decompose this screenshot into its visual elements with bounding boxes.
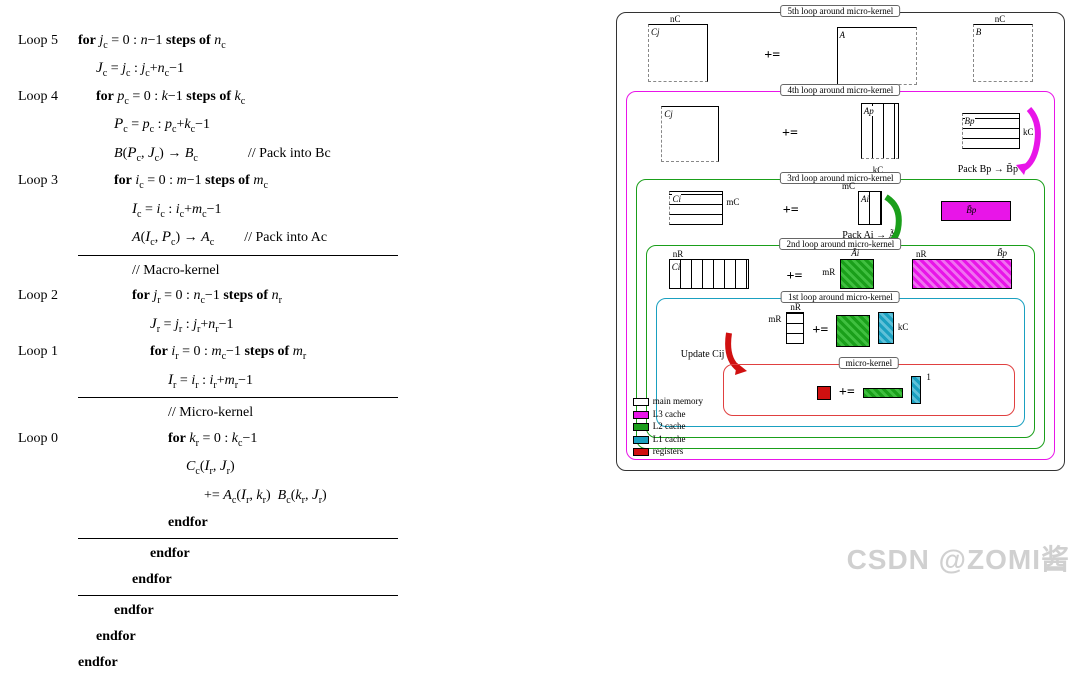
loop2-title: 2nd loop around micro-kernel (780, 238, 902, 250)
micro-kernel-title: micro-kernel (839, 357, 899, 369)
loop5-title: 5th loop around micro-kernel (781, 5, 901, 17)
loop4-row: Loop 4 for pc = 0 : k−1 steps of kc (18, 84, 595, 111)
plus-equals: += (764, 48, 780, 64)
loop1-frame: 1st loop around micro-kernel nR mR += (656, 298, 1025, 427)
loop-diagram: 5th loop around micro-kernel nC Cj += A … (605, 0, 1080, 584)
loop2-label: Loop 2 (18, 283, 78, 310)
loop5-frame: 5th loop around micro-kernel nC Cj += A … (616, 12, 1065, 471)
legend: main memory L3 cache L2 cache L1 cache r… (633, 395, 703, 458)
pack-A-row: A(Ic, Pc) → Ac// Pack into Ac (18, 224, 595, 252)
pack-B-row: B(Pc, Jc) → Bc// Pack into Bc (18, 140, 595, 168)
loop4-title: 4th loop around micro-kernel (781, 84, 901, 96)
micro-kernel-frame: micro-kernel += 1 (723, 364, 1015, 416)
loop1-row: Loop 1 for ir = 0 : mc−1 steps of mr (18, 339, 595, 366)
pack-B-arrow-icon (1014, 105, 1044, 175)
loop2-frame: 2nd loop around micro-kernel nR Ci += mR… (646, 245, 1035, 438)
loop5-row: Loop 5 for jc = 0 : n−1 steps of nc (18, 28, 595, 55)
watermark: CSDN @ZOMI酱 (847, 538, 1070, 578)
loop1-label: Loop 1 (18, 339, 78, 366)
loop2-row: Loop 2 for jr = 0 : nc−1 steps of nr (18, 283, 595, 310)
algorithm-pseudocode: Loop 5 for jc = 0 : n−1 steps of nc Jc =… (0, 0, 605, 584)
macro-kernel-comment: // Macro-kernel (78, 258, 595, 284)
loop4-label: Loop 4 (18, 84, 78, 111)
loop3-title: 3rd loop around micro-kernel (780, 172, 900, 184)
loop5-label: Loop 5 (18, 28, 78, 55)
loop3-row: Loop 3 for ic = 0 : m−1 steps of mc (18, 168, 595, 195)
loop0-label: Loop 0 (18, 426, 78, 453)
loop3-label: Loop 3 (18, 168, 78, 195)
micro-kernel-comment: // Micro-kernel (78, 400, 595, 426)
loop0-row: Loop 0 for kr = 0 : kc−1 (18, 426, 595, 453)
